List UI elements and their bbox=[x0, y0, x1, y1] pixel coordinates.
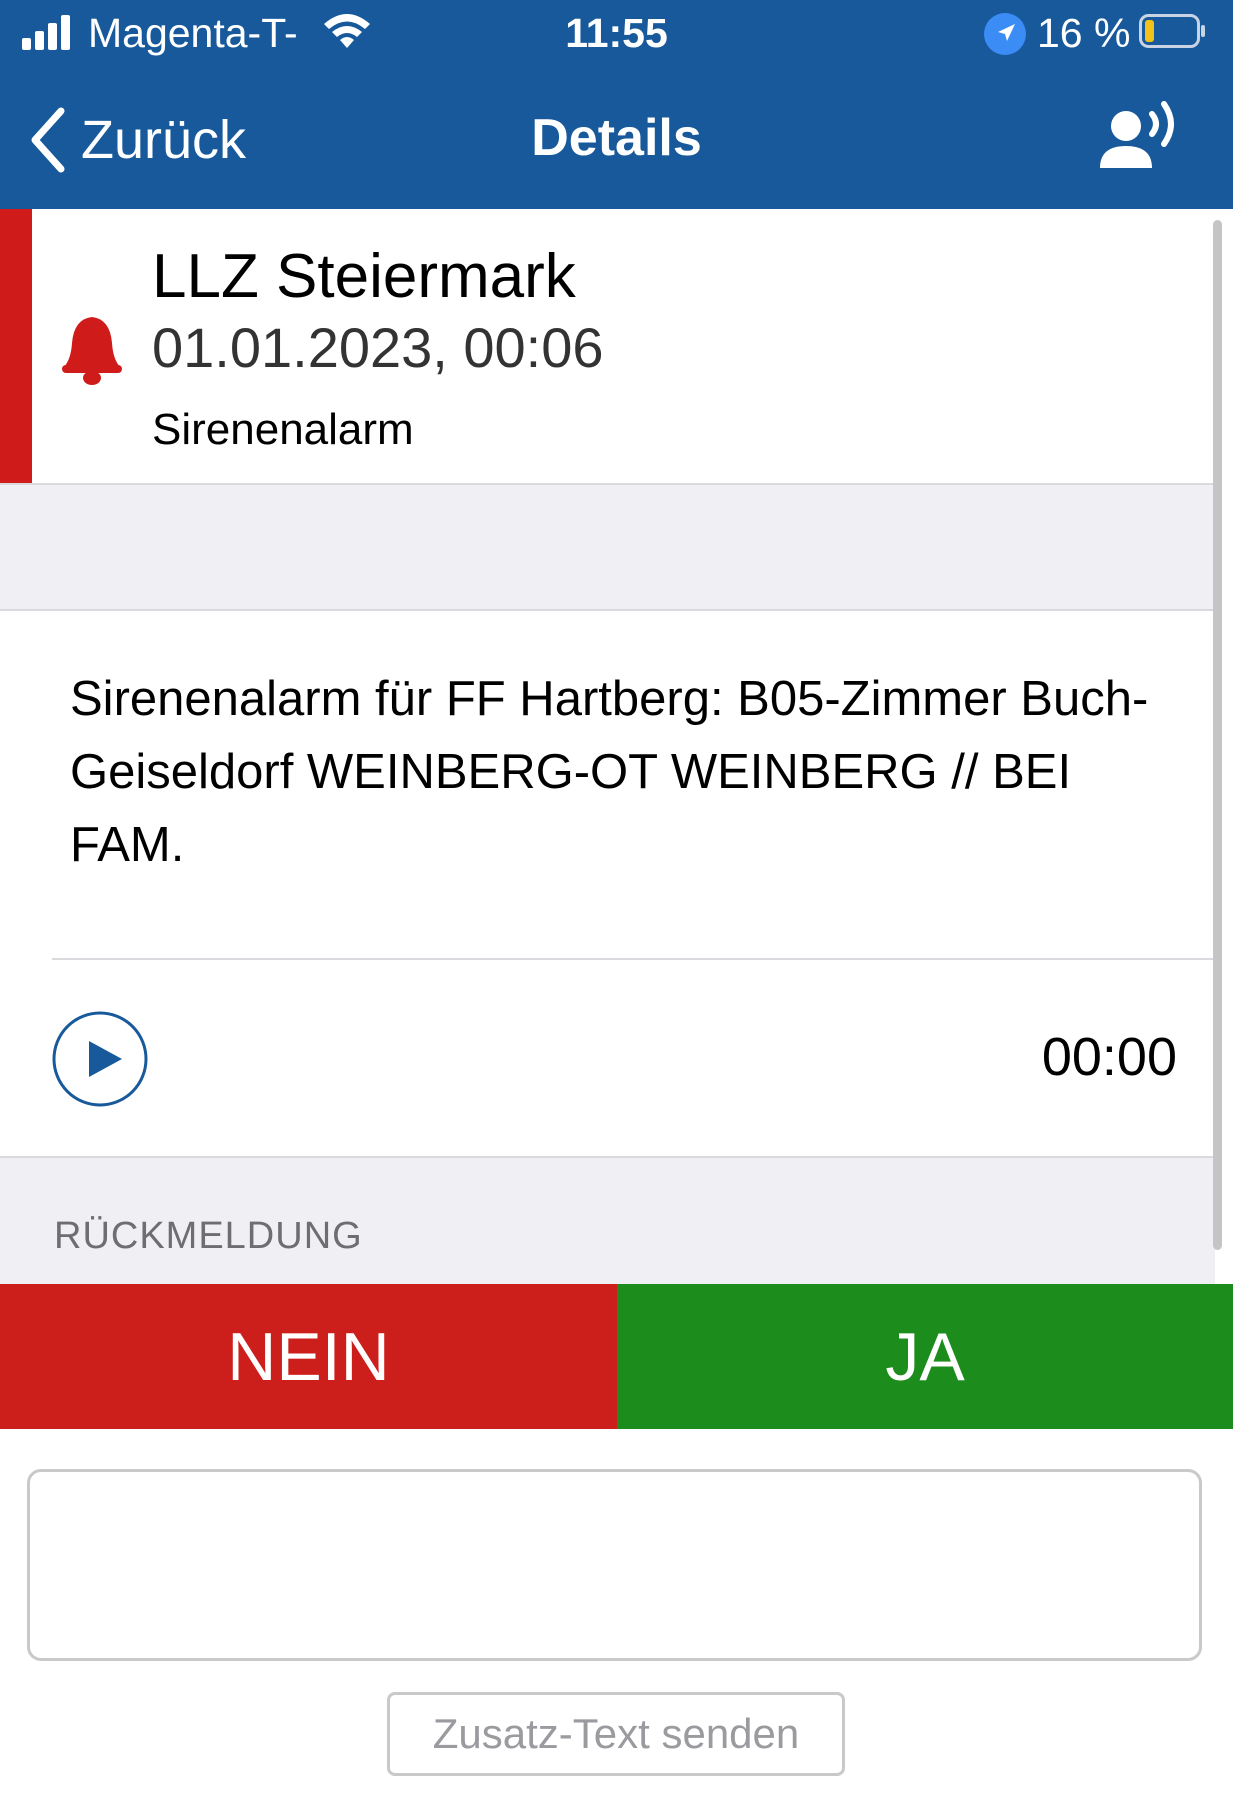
play-icon bbox=[89, 1041, 122, 1077]
header: Magenta-T- 11:55 16 % Zurück Details bbox=[0, 0, 1233, 209]
audio-duration: 00:00 bbox=[1041, 1027, 1177, 1087]
section-spacer bbox=[0, 485, 1215, 611]
message-area: Sirenenalarm für FF Hartberg: B05-Zimmer… bbox=[0, 611, 1215, 1156]
scrollbar[interactable] bbox=[1213, 220, 1222, 1250]
alert-title: LLZ Steiermark bbox=[152, 242, 576, 311]
yes-button[interactable]: JA bbox=[617, 1284, 1233, 1429]
alert-datetime: 01.01.2023, 00:06 bbox=[152, 316, 604, 379]
extra-text-input[interactable] bbox=[27, 1469, 1202, 1661]
status-bar: Magenta-T- 11:55 16 % bbox=[0, 0, 1233, 70]
location-arrow-icon bbox=[984, 13, 1026, 55]
alert-priority-strip bbox=[0, 209, 32, 483]
alert-message-text: Sirenenalarm für FF Hartberg: B05-Zimmer… bbox=[70, 672, 1149, 872]
alert-card: LLZ Steiermark 01.01.2023, 00:06 Sirenen… bbox=[0, 209, 1215, 485]
bell-icon bbox=[62, 317, 122, 385]
navigation-bar: Zurück Details bbox=[0, 70, 1233, 209]
battery-icon bbox=[1139, 14, 1205, 48]
feedback-label: RÜCKMELDUNG bbox=[54, 1215, 363, 1257]
no-button[interactable]: NEIN bbox=[0, 1284, 617, 1429]
send-extra-text-button[interactable]: Zusatz-Text senden bbox=[387, 1692, 845, 1776]
speaking-person-icon[interactable] bbox=[1096, 98, 1184, 176]
feedback-section-header: RÜCKMELDUNG bbox=[0, 1156, 1215, 1286]
battery-percentage: 16 % bbox=[1037, 10, 1131, 56]
divider bbox=[52, 958, 1215, 960]
alert-type: Sirenenalarm bbox=[152, 405, 414, 454]
page-title: Details bbox=[531, 109, 702, 167]
play-button[interactable] bbox=[52, 1011, 148, 1107]
